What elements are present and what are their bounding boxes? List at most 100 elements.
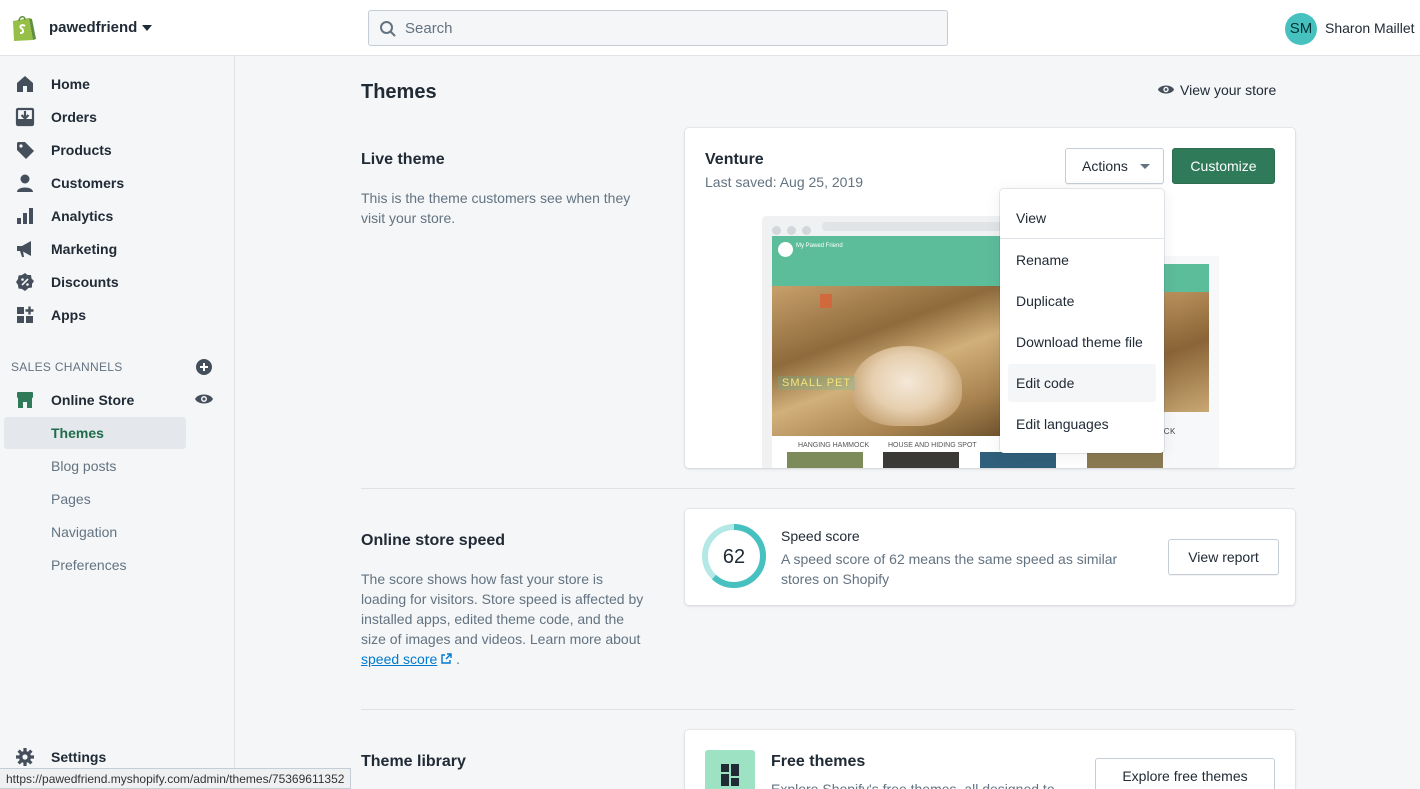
menu-item-download-theme-file[interactable]: Download theme file: [1000, 323, 1164, 361]
tag-icon: [17, 142, 34, 159]
free-themes-card: Free themes Explore Shopify's free theme…: [685, 730, 1295, 789]
section-divider: [361, 488, 1295, 489]
avatar[interactable]: SM: [1285, 13, 1317, 45]
speed-description: The score shows how fast your store is l…: [361, 569, 651, 669]
sidebar-item-marketing[interactable]: Marketing: [0, 233, 234, 266]
menu-item-edit-code[interactable]: Edit code: [1008, 364, 1156, 402]
actions-menu: View Rename Duplicate Download theme fil…: [1000, 189, 1164, 453]
status-bar-url: https://pawedfriend.myshopify.com/admin/…: [0, 768, 352, 789]
sidebar-item-label: Home: [51, 76, 90, 92]
speed-heading: Online store speed: [361, 532, 506, 549]
menu-item-label: Edit languages: [1016, 416, 1109, 432]
discount-icon: [16, 273, 34, 291]
live-theme-heading: Live theme: [361, 151, 445, 168]
sidebar: Home Orders Products Customers Analytics…: [0, 56, 235, 789]
sidebar-subitem-preferences[interactable]: Preferences: [51, 557, 126, 573]
external-link-icon[interactable]: [440, 653, 452, 665]
apps-icon: [17, 306, 34, 323]
speed-score-link[interactable]: speed score: [361, 651, 437, 667]
view-report-button[interactable]: View report: [1168, 539, 1279, 575]
sidebar-item-label: Discounts: [51, 274, 119, 290]
section-divider: [361, 709, 1295, 710]
sidebar-item-home[interactable]: Home: [0, 68, 234, 101]
chevron-down-icon: [1140, 164, 1150, 169]
sidebar-item-discounts[interactable]: Discounts: [0, 266, 234, 299]
theme-last-saved: Last saved: Aug 25, 2019: [705, 174, 864, 190]
preview-thumbnails: [787, 452, 1207, 468]
preview-category: HANGING HAMMOCK: [798, 442, 870, 449]
sidebar-item-products[interactable]: Products: [0, 134, 234, 167]
add-channel-icon[interactable]: [195, 358, 213, 376]
person-icon: [17, 174, 33, 192]
preview-hero-caption: SMALL PET: [778, 376, 856, 390]
search-bar[interactable]: [368, 10, 948, 46]
free-themes-description: Explore Shopify's free themes, all desig…: [771, 781, 1055, 789]
free-themes-icon: [705, 750, 755, 789]
user-name[interactable]: Sharon Maillet: [1325, 20, 1415, 36]
menu-item-rename[interactable]: Rename: [1000, 241, 1164, 279]
speed-card: 62 Speed score A speed score of 62 means…: [685, 509, 1295, 605]
preview-store-title: My Pawed Friend: [796, 243, 843, 249]
sidebar-subitem-blog-posts[interactable]: Blog posts: [51, 458, 116, 474]
menu-item-label: View: [1016, 210, 1047, 226]
preview-header: My Pawed Friend: [772, 236, 1005, 286]
sidebar-item-label: Apps: [51, 307, 86, 323]
preview-category: HOUSE AND HIDING SPOT: [888, 442, 977, 449]
bar-chart-icon: [17, 208, 33, 224]
shopify-logo-icon[interactable]: [10, 14, 36, 42]
sidebar-item-label: Settings: [51, 749, 107, 765]
sidebar-item-analytics[interactable]: Analytics: [0, 200, 234, 233]
menu-divider: [1000, 238, 1164, 239]
eye-icon: [1157, 85, 1175, 94]
search-icon: [380, 21, 396, 37]
actions-button-label: Actions: [1082, 158, 1128, 174]
chevron-down-icon[interactable]: [142, 25, 152, 31]
menu-item-duplicate[interactable]: Duplicate: [1000, 282, 1164, 320]
speed-score-title: Speed score: [781, 528, 860, 544]
menu-item-edit-languages[interactable]: Edit languages: [1000, 405, 1164, 443]
theme-name: Venture: [705, 151, 764, 168]
preview-logo: [778, 242, 793, 257]
speed-description-text: The score shows how fast your store is l…: [361, 571, 644, 647]
menu-item-label: Download theme file: [1016, 334, 1143, 350]
sidebar-item-label: Customers: [51, 175, 125, 191]
top-bar: pawedfriend SM Sharon Maillet: [0, 0, 1420, 56]
menu-item-label: Duplicate: [1016, 293, 1075, 309]
page-title: Themes: [361, 81, 437, 103]
megaphone-icon: [17, 241, 31, 257]
sidebar-item-orders[interactable]: Orders: [0, 101, 234, 134]
search-input[interactable]: [405, 11, 935, 45]
address-bar: [822, 222, 1002, 231]
home-icon: [17, 76, 33, 92]
free-themes-title: Free themes: [771, 753, 866, 770]
speed-score-description: A speed score of 62 means the same speed…: [781, 551, 1118, 587]
preview-cat-image: [852, 346, 962, 426]
sidebar-subitem-themes[interactable]: Themes: [4, 417, 186, 449]
gear-icon: [16, 748, 34, 766]
customize-button[interactable]: Customize: [1172, 148, 1275, 184]
sidebar-item-label: Marketing: [51, 241, 118, 257]
explore-free-themes-button[interactable]: Explore free themes: [1095, 758, 1275, 789]
menu-item-label: Rename: [1016, 252, 1069, 268]
preview-hero-image: [772, 286, 1005, 436]
sidebar-item-customers[interactable]: Customers: [0, 167, 234, 200]
sidebar-item-apps[interactable]: Apps: [0, 299, 234, 332]
menu-item-view[interactable]: View: [1000, 199, 1164, 237]
sidebar-subitem-navigation[interactable]: Navigation: [51, 524, 117, 540]
sidebar-subitem-label: Themes: [51, 425, 104, 441]
sidebar-item-label: Orders: [51, 109, 97, 125]
menu-item-label: Edit code: [1016, 375, 1075, 391]
orders-icon: [15, 107, 35, 127]
live-theme-card: Venture Last saved: Aug 25, 2019 Actions…: [685, 128, 1295, 468]
store-icon: [17, 392, 33, 408]
live-theme-description: This is the theme customers see when the…: [361, 190, 631, 226]
sidebar-item-label: Products: [51, 142, 112, 158]
store-name[interactable]: pawedfriend: [49, 19, 137, 36]
sidebar-item-label: Analytics: [51, 208, 114, 224]
actions-button[interactable]: Actions: [1065, 148, 1164, 184]
sidebar-subitem-pages[interactable]: Pages: [51, 491, 91, 507]
sales-channels-heading: SALES CHANNELS: [11, 360, 123, 374]
view-store-label: View your store: [1180, 82, 1277, 98]
speed-description-tail: .: [452, 651, 461, 667]
eye-icon[interactable]: [194, 392, 214, 406]
